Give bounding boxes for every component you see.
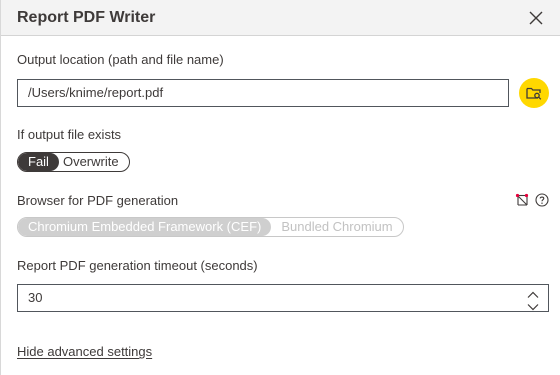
- hide-advanced-settings-link[interactable]: Hide advanced settings: [17, 344, 152, 359]
- browse-folder-button[interactable]: [519, 78, 549, 108]
- option-cef[interactable]: Chromium Embedded Framework (CEF): [18, 218, 272, 236]
- option-bundled-chromium[interactable]: Bundled Chromium: [271, 218, 402, 236]
- folder-search-icon: [526, 87, 542, 100]
- decrement-button[interactable]: [526, 299, 540, 311]
- timeout-label: Report PDF generation timeout (seconds): [17, 258, 258, 273]
- chevron-down-icon: [527, 304, 539, 311]
- option-overwrite[interactable]: Overwrite: [59, 153, 129, 171]
- timeout-input[interactable]: 30: [17, 284, 549, 312]
- flow-variable-icon[interactable]: [515, 193, 529, 207]
- dialog-title: Report PDF Writer: [17, 9, 156, 26]
- close-icon: [529, 11, 543, 25]
- browser-toggle: Chromium Embedded Framework (CEF) Bundle…: [17, 217, 404, 237]
- output-location-label: Output location (path and file name): [17, 52, 224, 67]
- dialog-header: Report PDF Writer: [1, 0, 560, 36]
- browser-label: Browser for PDF generation: [17, 193, 179, 208]
- if-exists-label: If output file exists: [17, 127, 122, 142]
- output-location-input[interactable]: /Users/knime/report.pdf: [17, 79, 509, 107]
- dialog: Report PDF Writer Output location (path …: [0, 0, 560, 375]
- close-button[interactable]: [527, 9, 545, 27]
- if-exists-toggle: Fail Overwrite: [17, 152, 130, 172]
- help-icon[interactable]: [535, 193, 549, 207]
- increment-button[interactable]: [526, 287, 540, 298]
- option-fail[interactable]: Fail: [18, 153, 59, 171]
